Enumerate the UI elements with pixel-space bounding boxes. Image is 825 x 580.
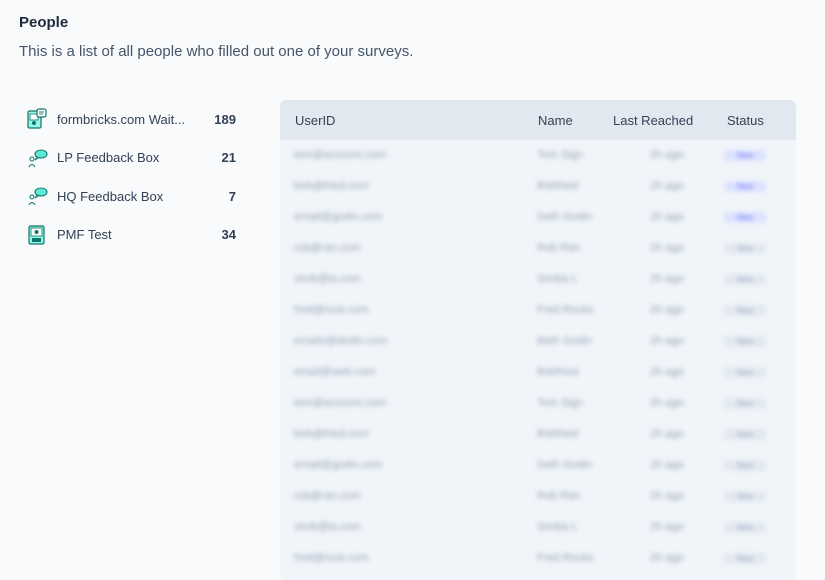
cell-name: Bobfried	[537, 180, 578, 192]
cell-name: Simba L	[537, 273, 578, 285]
table-row[interactable]: bob@fried.com Bobfried 2h ago New	[280, 419, 796, 450]
column-header-status[interactable]: Status	[727, 113, 764, 128]
cell-last-reached: 2h ago	[650, 397, 684, 409]
cell-name: Tom Sign	[537, 149, 583, 161]
page-title: People	[19, 14, 69, 31]
cell-userid: simb@la.com	[294, 273, 361, 285]
cell-name: Seth Godin	[537, 211, 593, 223]
status-badge: New	[724, 460, 766, 471]
cell-name: Seth Godin	[537, 459, 593, 471]
cell-name: Fred Rocks	[537, 552, 594, 564]
cell-name: Bobfried	[537, 366, 578, 378]
status-badge: New	[724, 305, 766, 316]
table-row[interactable]: simb@la.com Simba L 2h ago New	[280, 512, 796, 543]
status-badge: New	[724, 367, 766, 378]
table-row[interactable]: fred@rock.com Fred Rocks 2h ago New	[280, 543, 796, 574]
page-subtitle: This is a list of all people who filled …	[19, 43, 414, 60]
table-row[interactable]: tom@account.com Tom Sign 2h ago New	[280, 140, 796, 171]
cell-last-reached: 2h ago	[650, 211, 684, 223]
status-badge: New	[724, 336, 766, 347]
status-badge: New	[724, 212, 766, 223]
table-row[interactable]: bob@fried.com Bobfried 2h ago New	[280, 171, 796, 202]
survey-count: 7	[228, 188, 236, 204]
feedback-bubble-icon	[26, 147, 48, 169]
feedback-bubble-icon	[26, 185, 48, 207]
status-badge: New	[724, 491, 766, 502]
people-table: UserID Name Last Reached Status tom@acco…	[280, 100, 796, 580]
table-row[interactable]: fred@rock.com Fred Rocks 2h ago New	[280, 295, 796, 326]
survey-label: PMF Test	[57, 227, 112, 243]
cell-name: Bobfried	[537, 428, 578, 440]
cell-name: Rob Ran	[537, 490, 581, 502]
survey-label: LP Feedback Box	[57, 150, 160, 166]
survey-count: 21	[221, 150, 236, 166]
cell-last-reached: 2h ago	[650, 273, 684, 285]
cell-userid: fred@rock.com	[294, 552, 369, 564]
cell-last-reached: 2h ago	[650, 428, 684, 440]
status-badge: New	[724, 274, 766, 285]
table-body: tom@account.com Tom Sign 2h ago New bob@frie…	[280, 140, 796, 574]
cell-last-reached: 2h ago	[650, 521, 684, 533]
survey-list: formbricks.com Wait... 189 LP Feedback B…	[26, 100, 236, 254]
cell-userid: bob@fried.com	[294, 180, 369, 192]
cell-userid: fred@rock.com	[294, 304, 369, 316]
cell-last-reached: 2h ago	[650, 335, 684, 347]
cell-name: Simba L	[537, 521, 578, 533]
status-badge: New	[724, 429, 766, 440]
cell-last-reached: 2h ago	[650, 366, 684, 378]
table-row[interactable]: rob@ran.com Rob Ran 2h ago New	[280, 233, 796, 264]
status-badge: New	[724, 243, 766, 254]
survey-item-lp-feedback-box[interactable]: LP Feedback Box 21	[26, 139, 236, 178]
cell-userid: email@godin.com	[294, 459, 383, 471]
status-badge: New	[724, 522, 766, 533]
table-row[interactable]: email@godin.com Seth Godin 2h ago New	[280, 202, 796, 233]
survey-item-hq-feedback-box[interactable]: HQ Feedback Box 7	[26, 177, 236, 216]
survey-item-formbricks-waitlist[interactable]: formbricks.com Wait... 189	[26, 100, 236, 139]
cell-last-reached: 2h ago	[650, 304, 684, 316]
survey-label: formbricks.com Wait...	[57, 111, 186, 127]
cell-last-reached: 2h ago	[650, 149, 684, 161]
table-header: UserID Name Last Reached Status	[280, 100, 796, 140]
table-row[interactable]: emails@dodin.com Beth Godin 2h ago New	[280, 326, 796, 357]
table-row[interactable]: email@godin.com Seth Godin 2h ago New	[280, 450, 796, 481]
cell-last-reached: 2h ago	[650, 242, 684, 254]
cell-name: Beth Godin	[537, 335, 593, 347]
cell-userid: bob@fried.com	[294, 428, 369, 440]
column-header-userid[interactable]: UserID	[295, 113, 335, 128]
table-row[interactable]: email@web.com Bobfried 2h ago New	[280, 357, 796, 388]
table-row[interactable]: tom@account.com Tom Sign 2h ago New	[280, 388, 796, 419]
status-badge: New	[724, 181, 766, 192]
column-header-last-reached[interactable]: Last Reached	[613, 113, 693, 128]
pmf-survey-icon	[26, 224, 48, 246]
cell-userid: email@web.com	[294, 366, 376, 378]
table-row[interactable]: rob@ran.com Rob Ran 2h ago New	[280, 481, 796, 512]
table-row[interactable]: simb@la.com Simba L 2h ago New	[280, 264, 796, 295]
cell-userid: tom@account.com	[294, 397, 386, 409]
survey-count: 34	[221, 227, 236, 243]
cell-userid: tom@account.com	[294, 149, 386, 161]
cell-last-reached: 2h ago	[650, 552, 684, 564]
survey-label: HQ Feedback Box	[57, 188, 164, 204]
cell-last-reached: 2h ago	[650, 459, 684, 471]
column-header-name[interactable]: Name	[538, 113, 573, 128]
cell-name: Tom Sign	[537, 397, 583, 409]
cell-name: Rob Ran	[537, 242, 581, 254]
cell-userid: rob@ran.com	[294, 490, 361, 502]
cell-userid: emails@dodin.com	[294, 335, 388, 347]
cell-userid: email@godin.com	[294, 211, 383, 223]
status-badge: New	[724, 150, 766, 161]
status-badge: New	[724, 553, 766, 564]
cell-userid: simb@la.com	[294, 521, 361, 533]
cell-last-reached: 2h ago	[650, 490, 684, 502]
cell-userid: rob@ran.com	[294, 242, 361, 254]
status-badge: New	[724, 398, 766, 409]
survey-item-pmf-test[interactable]: PMF Test 34	[26, 216, 236, 255]
waitlist-form-icon	[26, 108, 48, 130]
survey-count: 189	[214, 111, 236, 127]
cell-last-reached: 2h ago	[650, 180, 684, 192]
cell-name: Fred Rocks	[537, 304, 594, 316]
